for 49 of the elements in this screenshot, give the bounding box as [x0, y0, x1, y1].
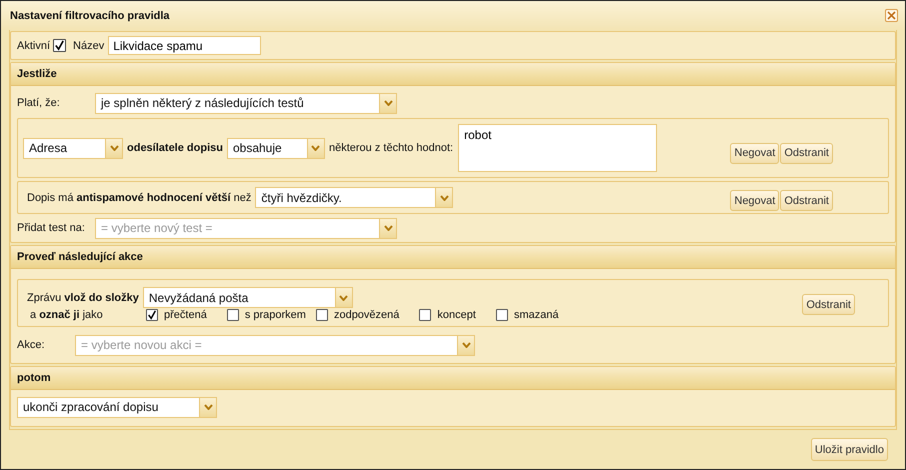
spam-score-label: Dopis má antispamové hodnocení větší než	[27, 192, 252, 204]
close-button[interactable]	[885, 9, 898, 22]
add-action-label: Akce:	[17, 339, 46, 351]
remove-button[interactable]: Odstranit	[780, 190, 833, 211]
flag-checkbox[interactable]	[496, 309, 508, 321]
flag-label: zodpovězená	[334, 309, 400, 321]
close-icon	[887, 11, 896, 20]
applies-label: Platí, že:	[17, 97, 61, 109]
flag-label: smazaná	[514, 309, 559, 321]
remove-button[interactable]: Odstranit	[780, 142, 833, 164]
flag-checkbox[interactable]	[316, 309, 328, 321]
subject-label: odesílatele dopisu	[127, 142, 223, 154]
name-label: Název	[73, 40, 104, 52]
values-textarea[interactable]: robot	[458, 124, 658, 172]
field-dropdown[interactable]: Adresa	[23, 138, 123, 158]
flag-label: s praporkem	[244, 309, 306, 321]
negate-button[interactable]: Negovat	[730, 142, 780, 164]
flag-label: koncept	[437, 309, 476, 321]
add-test-label: Přidat test na:	[17, 222, 86, 234]
negate-button[interactable]: Negovat	[730, 190, 780, 211]
operator-dropdown[interactable]: obsahuje	[226, 138, 325, 158]
flag-label: přečtená	[164, 309, 207, 321]
active-label: Aktivní	[17, 40, 50, 52]
caret-icon	[339, 294, 348, 300]
save-button[interactable]: Uložit pravidlo	[810, 438, 888, 461]
values-label: některou z těchto hodnot:	[328, 142, 454, 154]
flag-checkbox[interactable]	[226, 309, 239, 321]
caret-icon	[462, 342, 470, 348]
caret-icon	[311, 145, 320, 151]
caret-icon	[110, 145, 118, 151]
flag-checkbox[interactable]	[146, 309, 158, 321]
mark-label: a označ ji jako	[30, 309, 104, 321]
flag-checkbox[interactable]	[419, 309, 432, 321]
caret-icon	[384, 225, 392, 231]
remove-button[interactable]: Odstranit	[802, 294, 855, 315]
active-checkbox[interactable]	[53, 39, 66, 52]
then-dropdown[interactable]: ukonči zpracování dopisu	[17, 396, 217, 418]
section-title: Jestliže	[17, 68, 57, 80]
caret-icon	[204, 404, 212, 410]
score-dropdown[interactable]: čtyři hvězdičky.	[255, 187, 454, 208]
move-label: Zprávu vlož do složky	[27, 292, 139, 304]
window-title: Nastavení filtrovacího pravidla	[10, 10, 170, 22]
section-title: Proveď následující akce	[17, 251, 143, 263]
caret-icon	[384, 100, 392, 106]
folder-dropdown[interactable]: Nevyžádaná pošta	[142, 287, 353, 308]
section-title: potom	[17, 372, 51, 384]
caret-icon	[440, 194, 449, 200]
applies-dropdown[interactable]: je splněn některý z následujících testů	[95, 92, 397, 114]
name-field[interactable]: Likvidace spamu	[108, 36, 262, 55]
